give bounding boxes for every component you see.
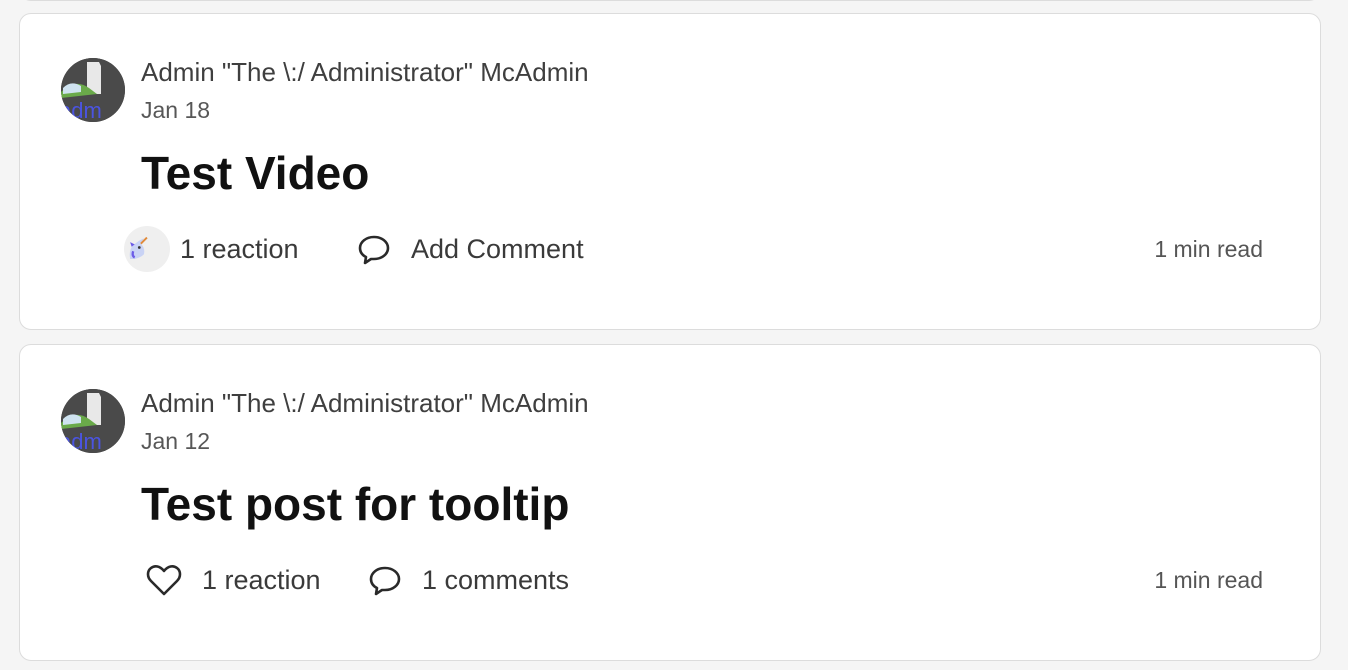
author-name[interactable]: Admin "The \:/ Administrator" McAdmin [141,388,589,419]
comments-button[interactable]: 1 comments [368,555,569,605]
add-comment-button[interactable]: Add Comment [357,224,584,274]
post-footer: 1 reaction Add Comment 1 min read [20,224,1320,274]
post-date[interactable]: Jan 12 [141,428,210,455]
read-time: 1 min read [1154,567,1263,593]
post-card[interactable]: adm Admin "The \:/ Administrator" McAdmi… [19,344,1321,661]
svg-text:adm: adm [61,98,102,122]
previous-post-card-edge [19,0,1321,1]
reaction-count: 1 reaction [180,233,299,264]
broken-image-avatar-icon: adm [61,389,125,453]
post-card[interactable]: adm Admin "The \:/ Administrator" McAdmi… [19,13,1321,330]
post-title[interactable]: Test post for tooltip [141,477,569,531]
reaction-count: 1 reaction [202,564,321,595]
post-date[interactable]: Jan 18 [141,97,210,124]
comment-count: 1 comments [422,564,570,595]
author-avatar[interactable]: adm [61,58,125,122]
comment-label: Add Comment [411,233,584,264]
unicorn-emoji-icon [124,226,170,272]
comment-bubble-icon [358,235,390,265]
svg-text:adm: adm [61,429,102,453]
broken-image-avatar-icon: adm [61,58,125,122]
post-title[interactable]: Test Video [141,146,369,200]
read-time: 1 min read [1154,236,1263,262]
author-avatar[interactable]: adm [61,389,125,453]
comment-bubble-icon [369,566,401,596]
post-footer: 1 reaction 1 comments 1 min read [20,555,1320,605]
reactions-button[interactable]: 1 reaction [124,224,299,274]
reactions-button[interactable]: 1 reaction [146,555,321,605]
heart-icon [146,565,182,596]
author-name[interactable]: Admin "The \:/ Administrator" McAdmin [141,57,589,88]
